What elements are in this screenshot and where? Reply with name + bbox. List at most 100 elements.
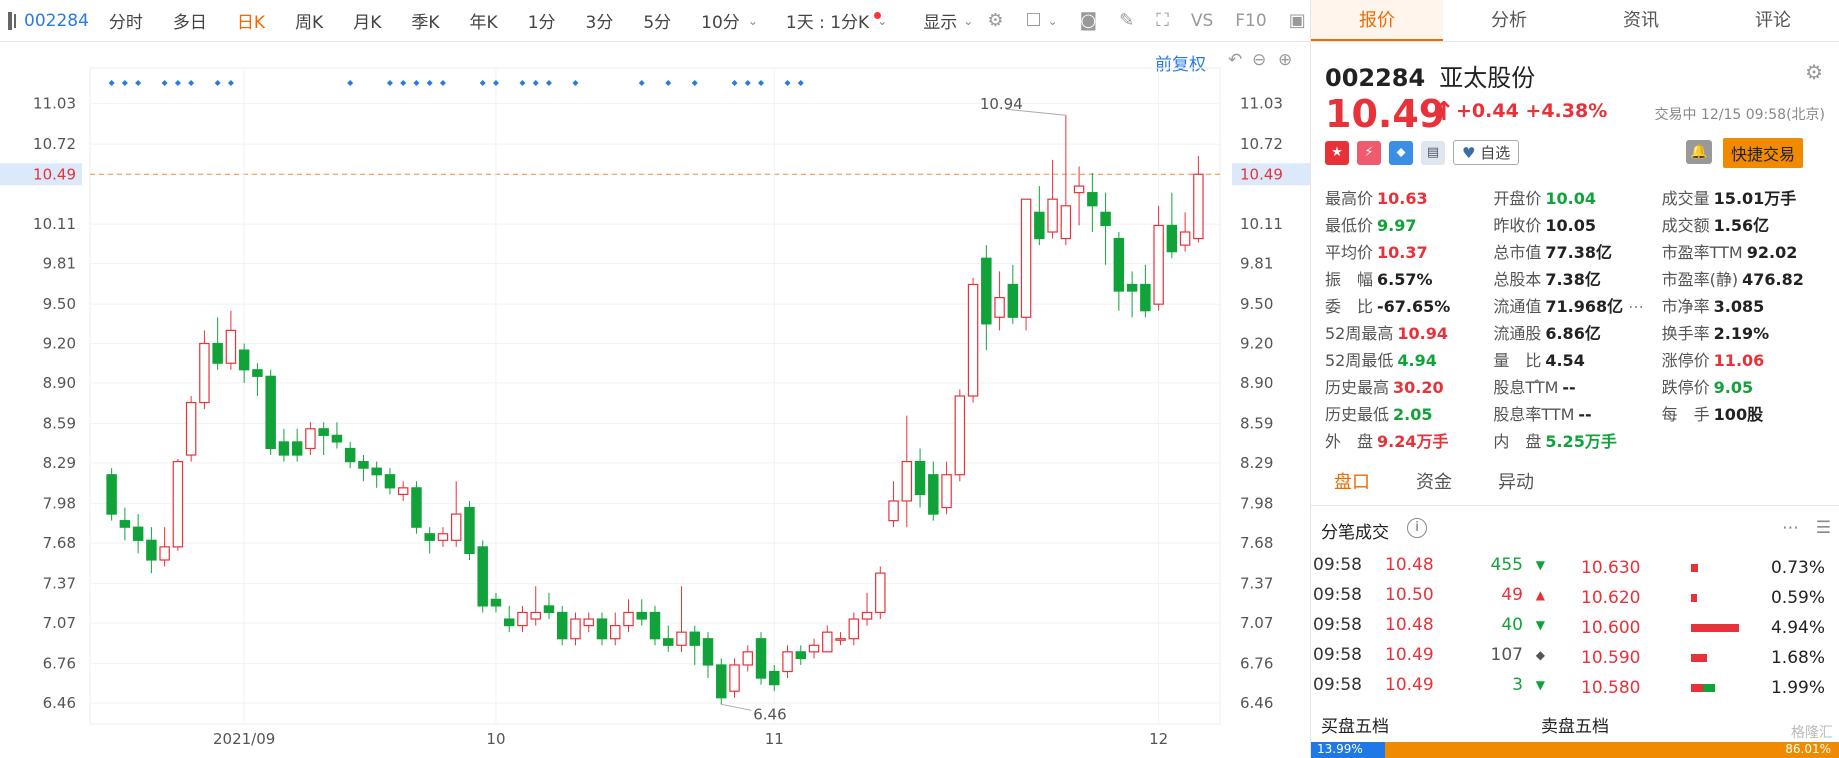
china-flag-icon[interactable]: ★ [1325,140,1349,165]
y-tick-label-left: 7.07 [43,614,76,632]
candle-body [742,651,754,666]
quote-value: 11.06 [1713,350,1765,370]
tag-icon[interactable]: ⬥ [1389,140,1413,165]
tab-anomaly[interactable]: 异动 [1475,460,1557,505]
quote-value: 2.05 [1393,404,1433,424]
tab-weekly-k[interactable]: 周K [295,8,323,33]
y-tick-label-left: 6.46 [43,694,76,712]
candle-body [1166,224,1178,253]
quote-label: 总市值 [1493,242,1542,262]
quote-cell: 市盈率(静) 476.82 [1662,266,1830,290]
lightning-icon[interactable]: ⚡ [1357,140,1381,165]
chevron-down-icon[interactable]: ⌄ [1048,14,1058,28]
depth-row: 10.620 0.59% [1581,583,1833,613]
tab-3min[interactable]: 3分 [586,8,614,33]
y-tick-label-right: 7.98 [1240,495,1273,513]
add-watchlist-button[interactable]: ♥ 自选 [1453,140,1520,165]
chevron-down-icon[interactable]: ⌄ [963,14,973,28]
quote-label: 最高价 [1325,188,1374,208]
settings-gear-icon[interactable]: ⚙ [987,10,1003,31]
candle-body [384,474,396,489]
tab-capital[interactable]: 资金 [1393,460,1475,505]
tick-volume: 40 [1501,615,1523,635]
event-marker [665,80,672,86]
quote-label: 委 比 [1325,296,1374,316]
tab-monthly-k[interactable]: 月K [353,8,381,33]
fullscreen-icon[interactable]: ⛶ [1156,10,1169,31]
event-marker [174,80,181,86]
quote-value: 10.37 [1377,242,1428,262]
collapse-caret-icon[interactable]: ^ [1531,378,1543,394]
panel-toggle-icon[interactable]: ▣ [1289,10,1306,31]
sidebar-toggle-icon[interactable] [8,11,16,30]
bell-icon[interactable]: 🔔 [1686,140,1712,164]
notebook-icon[interactable]: ▤ [1421,140,1445,165]
tab-multiday[interactable]: 多日 [173,8,207,33]
more-icon[interactable]: ⋯ [1782,518,1799,538]
event-marker [758,80,765,86]
price-change: +0.44 +4.38% [1456,100,1608,122]
more-icon[interactable]: ⋯ [1623,297,1644,316]
period-selector[interactable]: 1天 : 1分K [786,8,882,33]
pencil-icon[interactable]: ✎ [1119,10,1134,31]
y-tick-label-left: 11.03 [33,94,76,112]
y-tick-label-right: 9.81 [1240,254,1273,272]
tab-orderbook[interactable]: 盘口 [1311,460,1393,505]
event-marker [400,80,407,86]
fast-trade-button[interactable]: 快捷交易 [1723,138,1804,168]
candle-body [716,664,727,699]
drawing-box-icon[interactable]: ☐ [1025,10,1041,31]
candle-body [477,546,488,607]
tab-yearly-k[interactable]: 年K [470,8,498,33]
camera-icon[interactable]: ◙ [1080,10,1097,31]
stock-code-link[interactable]: 002284 [24,11,89,31]
candle-body [503,618,515,627]
tab-quarterly-k[interactable]: 季K [411,8,439,33]
quote-cell: 市净率 3.085 [1662,293,1830,317]
event-marker [731,80,738,86]
candle-body [172,461,184,548]
tick-row: 09:58 10.49 107 ◆ [1311,640,1561,670]
tab-10min[interactable]: 10分 [701,8,740,33]
tab-daily-k[interactable]: 日K [237,8,265,33]
stock-name: 亚太股份 [1439,64,1536,92]
info-icon[interactable]: i [1407,518,1427,538]
depth-percent: 1.99% [1770,678,1825,698]
depth-bar-fill [1691,564,1698,572]
quote-cell: 开盘价 10.04 [1493,185,1661,209]
quote-cell: 历史最低 2.05 [1325,401,1493,425]
event-marker [413,80,420,86]
tick-price: 10.50 [1385,585,1434,605]
compare-vs-icon[interactable]: VS [1191,11,1213,31]
tick-time: 09:58 [1313,585,1362,605]
quote-label: 股息TTM [1493,377,1559,397]
y-tick-label-right: 10.49 [1240,165,1283,183]
candle-body [636,611,647,620]
chevron-down-icon[interactable]: ⌄ [748,14,758,28]
sell-ratio: 86.01% [1384,742,1839,758]
display-menu[interactable]: 显示 [923,8,957,33]
candle-body [212,342,223,364]
tab-news[interactable]: 资讯 [1575,0,1707,41]
y-tick-label-left: 10.72 [33,135,76,153]
y-tick-label-left: 8.90 [43,374,76,392]
tab-analysis[interactable]: 分析 [1443,0,1575,41]
tab-quote[interactable]: 报价 [1311,0,1443,41]
list-icon[interactable]: ☰ [1816,518,1831,538]
candle-body [1060,205,1072,240]
tab-1min[interactable]: 1分 [528,8,556,33]
candle-body [676,631,687,646]
tab-5min[interactable]: 5分 [643,8,671,33]
quote-value: 4.94 [1397,350,1437,370]
f10-icon[interactable]: F10 [1235,11,1266,31]
candle-body [291,441,303,456]
gear-icon[interactable]: ⚙ [1805,60,1823,84]
tab-timeshare[interactable]: 分时 [109,8,143,33]
quote-cell: 平均价 10.37 [1325,239,1493,263]
annotation-leader [721,703,752,711]
tab-comments[interactable]: 评论 [1707,0,1839,41]
candle-body [517,611,528,627]
quote-row: 最高价 10.63 开盘价 10.04 成交量 15.01万手 [1325,183,1830,210]
kline-chart[interactable]: 11.03 11.03 10.72 10.72 10.49 10.49 10.11 10.11… [0,44,1310,758]
watchlist-label: 自选 [1480,144,1511,162]
